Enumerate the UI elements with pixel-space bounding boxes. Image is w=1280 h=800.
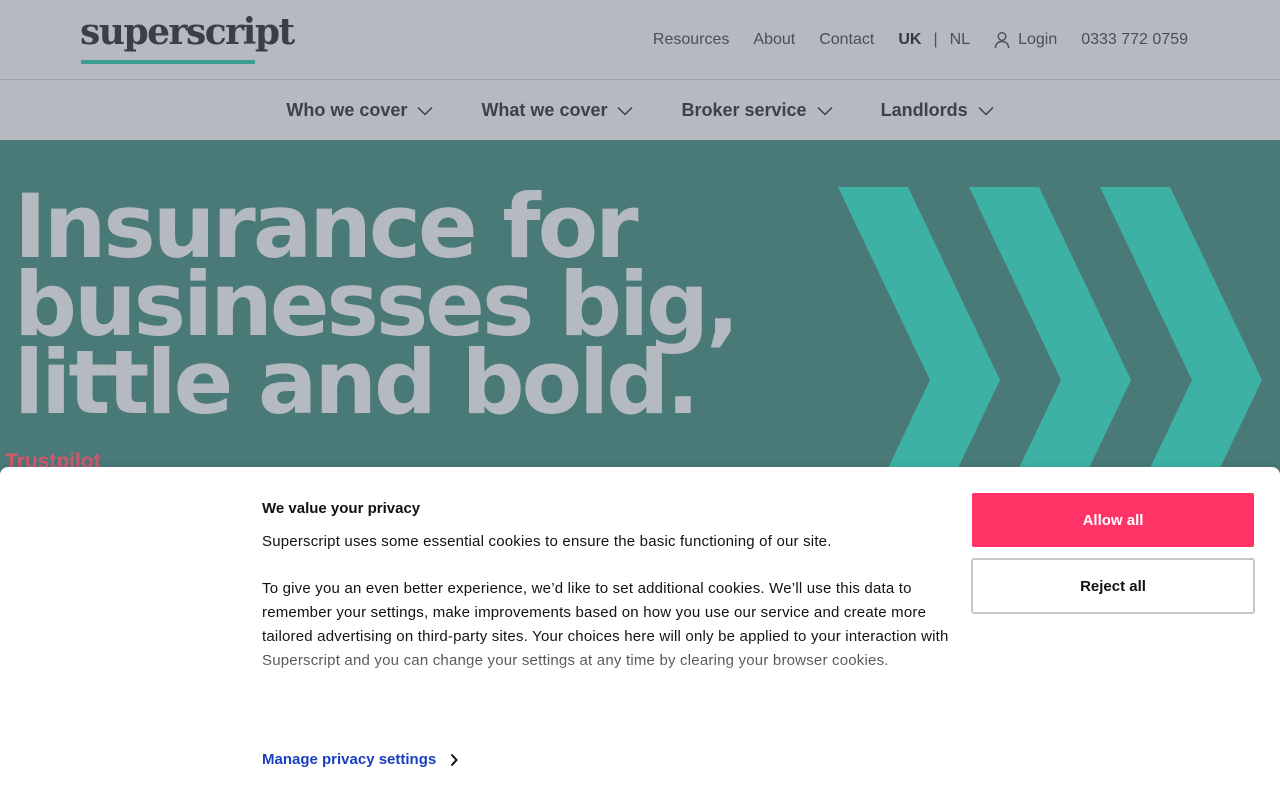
- nav-what-we-cover[interactable]: What we cover: [481, 100, 634, 121]
- top-header: superscript Resources About Contact UK |…: [0, 0, 1280, 80]
- cookie-banner: We value your privacy Superscript uses s…: [0, 467, 1280, 800]
- main-nav: Who we cover What we cover Broker servic…: [0, 81, 1280, 140]
- lang-separator: |: [933, 31, 938, 48]
- manage-privacy-settings-label: Manage privacy settings: [262, 751, 437, 768]
- login-link[interactable]: Login: [994, 31, 1057, 49]
- nav-who-we-cover[interactable]: Who we cover: [286, 100, 433, 121]
- cookie-paragraph-2: To give you an even better experience, w…: [262, 580, 949, 669]
- nav-who-we-cover-label: Who we cover: [286, 100, 408, 120]
- nav-landlords[interactable]: Landlords: [881, 100, 994, 121]
- cookie-title: We value your privacy: [262, 500, 421, 517]
- chevron-down-icon: [978, 106, 994, 116]
- cookie-paragraph-1: Superscript uses some essential cookies …: [262, 533, 832, 550]
- hero-heading: Insurance for businesses big, little and…: [14, 183, 774, 434]
- user-icon: [994, 32, 1010, 49]
- nav-resources-link[interactable]: Resources: [653, 31, 729, 49]
- nav-what-we-cover-label: What we cover: [481, 100, 608, 120]
- allow-all-button[interactable]: Allow all: [972, 493, 1254, 547]
- top-nav: Resources About Contact UK | NL Login 03…: [629, 29, 1188, 51]
- phone-link[interactable]: 0333 772 0759: [1081, 31, 1188, 49]
- chevron-down-icon: [617, 106, 634, 116]
- lang-uk-link[interactable]: UK: [898, 31, 921, 49]
- chevron-down-icon: [817, 106, 833, 116]
- nav-broker-service-label: Broker service: [681, 100, 807, 120]
- logo[interactable]: superscript: [80, 12, 295, 52]
- nav-landlords-label: Landlords: [880, 100, 968, 120]
- chevron-down-icon: [417, 106, 433, 116]
- logo-underline: [81, 60, 255, 64]
- login-label: Login: [1018, 31, 1058, 48]
- chevron-right-icon: [450, 753, 459, 766]
- reject-all-button[interactable]: Reject all: [971, 558, 1255, 614]
- hero-heading-line-3: little and bold.: [14, 331, 700, 434]
- nav-contact-link[interactable]: Contact: [819, 31, 874, 49]
- lang-nl-link[interactable]: NL: [950, 31, 970, 49]
- nav-about-link[interactable]: About: [753, 31, 795, 49]
- nav-broker-service[interactable]: Broker service: [681, 100, 833, 121]
- manage-privacy-settings-link[interactable]: Manage privacy settings: [262, 751, 459, 768]
